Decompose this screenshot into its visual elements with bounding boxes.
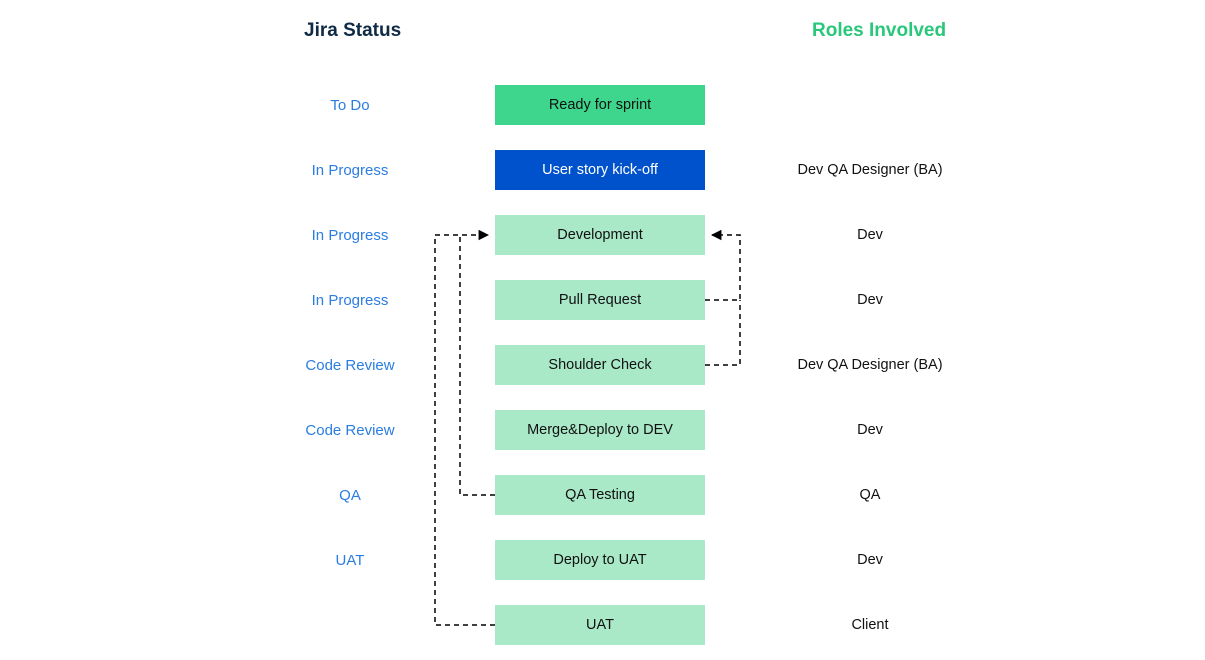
step-user-story-kickoff: User story kick-off <box>495 150 705 190</box>
status-to-do: To Do <box>270 97 430 114</box>
role-row-5: Dev <box>760 422 980 438</box>
arrow-uat-to-dev <box>435 235 495 625</box>
header-jira-status: Jira Status <box>304 20 401 42</box>
status-in-progress-3: In Progress <box>270 292 430 309</box>
step-shoulder-check: Shoulder Check <box>495 345 705 385</box>
role-row-6: QA <box>760 487 980 503</box>
role-row-1: Dev QA Designer (BA) <box>760 162 980 178</box>
arrow-qa-to-dev <box>460 235 495 495</box>
status-code-review-2: Code Review <box>270 422 430 439</box>
step-development: Development <box>495 215 705 255</box>
role-row-7: Dev <box>760 552 980 568</box>
arrow-shoulder-to-dev <box>705 300 740 365</box>
role-row-3: Dev <box>760 292 980 308</box>
status-in-progress-1: In Progress <box>270 162 430 179</box>
step-ready-for-sprint: Ready for sprint <box>495 85 705 125</box>
step-deploy-to-uat: Deploy to UAT <box>495 540 705 580</box>
workflow-diagram: Jira Status Roles Involved To Do Ready f… <box>0 0 1205 660</box>
status-code-review-1: Code Review <box>270 357 430 374</box>
step-uat: UAT <box>495 605 705 645</box>
step-qa-testing: QA Testing <box>495 475 705 515</box>
status-in-progress-2: In Progress <box>270 227 430 244</box>
role-row-4: Dev QA Designer (BA) <box>760 357 980 373</box>
status-uat: UAT <box>270 552 430 569</box>
role-row-8: Client <box>760 617 980 633</box>
status-qa: QA <box>270 487 430 504</box>
role-row-2: Dev <box>760 227 980 243</box>
header-roles: Roles Involved <box>812 20 946 42</box>
arrow-pr-to-dev <box>705 235 740 300</box>
step-pull-request: Pull Request <box>495 280 705 320</box>
step-merge-deploy: Merge&Deploy to DEV <box>495 410 705 450</box>
